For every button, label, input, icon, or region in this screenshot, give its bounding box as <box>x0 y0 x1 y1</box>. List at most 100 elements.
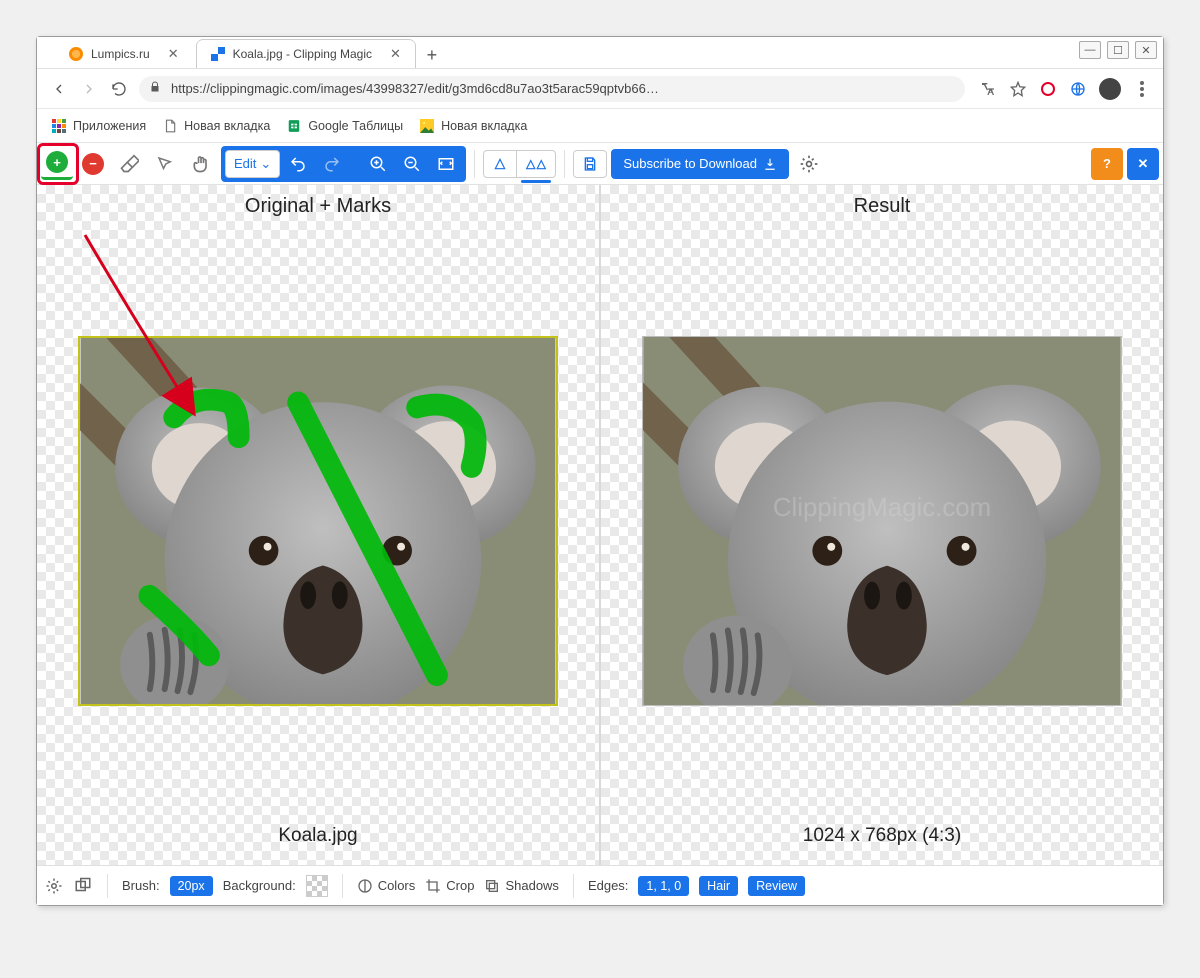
canvas-wrap-right: ClippingMagic.com <box>601 228 1163 813</box>
crop-button[interactable]: Crop <box>425 878 474 894</box>
zoom-out-button[interactable] <box>396 148 428 180</box>
page-icon <box>162 118 178 134</box>
translate-icon[interactable] <box>979 80 997 98</box>
brush-label: Brush: <box>122 878 160 893</box>
forward-button[interactable] <box>79 79 99 99</box>
profile-avatar[interactable] <box>1099 78 1121 100</box>
shadows-icon <box>484 878 500 894</box>
redo-button[interactable] <box>316 148 348 180</box>
download-icon <box>763 157 777 171</box>
address-bar: https://clippingmagic.com/images/4399832… <box>37 69 1163 109</box>
shadows-button[interactable]: Shadows <box>484 878 558 894</box>
background-label: Background: <box>223 878 296 893</box>
tab-title: Koala.jpg - Clipping Magic <box>233 47 372 61</box>
bookmark-new-tab-1[interactable]: Новая вкладка <box>162 118 270 134</box>
save-button[interactable] <box>573 150 607 178</box>
svg-text:ClippingMagic.com: ClippingMagic.com <box>773 494 991 522</box>
remove-brush-button[interactable]: − <box>77 148 109 180</box>
window-close[interactable]: ✕ <box>1135 41 1157 59</box>
separator <box>564 150 565 178</box>
sheets-icon <box>286 118 302 134</box>
tab-strip: Lumpics.ru ✕ Koala.jpg - Clipping Magic … <box>37 37 1163 69</box>
original-canvas[interactable] <box>78 336 558 706</box>
extension-opera-icon[interactable] <box>1039 80 1057 98</box>
pan-button[interactable] <box>185 148 217 180</box>
window-maximize[interactable]: ☐ <box>1107 41 1129 59</box>
close-label: ✕ <box>1138 156 1149 172</box>
separator <box>107 874 108 898</box>
browser-window: — ☐ ✕ Lumpics.ru ✕ Koala.jpg - Clipping … <box>36 36 1164 906</box>
edit-segment: Edit ⌄ <box>221 146 466 182</box>
tab-close-icon[interactable]: ✕ <box>390 46 401 62</box>
image-icon <box>419 118 435 134</box>
bookmark-new-tab-2[interactable]: Новая вкладка <box>419 118 527 134</box>
prefs-button[interactable] <box>45 877 63 895</box>
tab-close-icon[interactable]: ✕ <box>168 46 179 62</box>
separator <box>474 150 475 178</box>
shadows-label: Shadows <box>505 878 558 893</box>
panel-footer-right: 1024 x 768px (4:3) <box>601 813 1163 865</box>
bookmark-apps[interactable]: Приложения <box>51 118 146 134</box>
window-controls: — ☐ ✕ <box>1079 41 1157 59</box>
close-editor-button[interactable]: ✕ <box>1127 148 1159 180</box>
favicon-icon <box>211 47 225 61</box>
bottom-bar: Brush: 20px Background: Colors Crop Shad… <box>37 865 1163 905</box>
result-canvas[interactable]: ClippingMagic.com <box>642 336 1122 706</box>
review-button[interactable]: Review <box>748 876 805 896</box>
view-mode-group <box>483 150 556 178</box>
back-button[interactable] <box>49 79 69 99</box>
bookmark-sheets[interactable]: Google Таблицы <box>286 118 403 134</box>
edges-label: Edges: <box>588 878 628 893</box>
star-icon[interactable] <box>1009 80 1027 98</box>
subscribe-download-button[interactable]: Subscribe to Download <box>611 149 789 179</box>
url-text: https://clippingmagic.com/images/4399832… <box>171 81 659 96</box>
fit-screen-button[interactable] <box>430 148 462 180</box>
keep-brush-button[interactable]: + <box>41 148 73 180</box>
background-swatch[interactable] <box>306 875 328 897</box>
bulk-button[interactable] <box>73 877 93 895</box>
zoom-in-button[interactable] <box>362 148 394 180</box>
separator <box>573 874 574 898</box>
browser-tab-lumpics[interactable]: Lumpics.ru ✕ <box>55 40 193 68</box>
brush-size-button[interactable]: 20px <box>170 876 213 896</box>
edit-menu[interactable]: Edit ⌄ <box>225 150 280 178</box>
eraser-button[interactable] <box>113 148 145 180</box>
lock-icon <box>149 81 163 96</box>
scalpel-button[interactable] <box>149 148 181 180</box>
settings-button[interactable] <box>793 148 825 180</box>
bookmarks-bar: Приложения Новая вкладка Google Таблицы … <box>37 109 1163 143</box>
minus-icon: − <box>82 153 104 175</box>
extension-globe-icon[interactable] <box>1069 80 1087 98</box>
panel-title-left: Original + Marks <box>37 185 599 228</box>
edges-values-button[interactable]: 1, 1, 0 <box>638 876 689 896</box>
crop-label: Crop <box>446 878 474 893</box>
bookmark-label: Новая вкладка <box>441 119 527 133</box>
edit-menu-label: Edit <box>234 156 256 171</box>
subscribe-label: Subscribe to Download <box>623 156 757 171</box>
panel-title-right: Result <box>601 185 1163 228</box>
addressbar-actions <box>975 78 1151 100</box>
undo-button[interactable] <box>282 148 314 180</box>
app-toolbar: + − Edit ⌄ <box>37 143 1163 185</box>
hair-button[interactable]: Hair <box>699 876 738 896</box>
new-tab-button[interactable]: + <box>419 42 445 68</box>
window-minimize[interactable]: — <box>1079 41 1101 59</box>
colors-button[interactable]: Colors <box>357 878 416 894</box>
reload-button[interactable] <box>109 79 129 99</box>
help-label: ? <box>1103 156 1111 171</box>
bookmark-label: Google Таблицы <box>308 119 403 133</box>
url-input[interactable]: https://clippingmagic.com/images/4399832… <box>139 76 965 102</box>
app-region: + − Edit ⌄ <box>37 143 1163 905</box>
bookmark-label: Приложения <box>73 119 146 133</box>
kebab-menu-icon[interactable] <box>1133 80 1151 98</box>
apps-grid-icon <box>51 118 67 134</box>
panel-footer-left: Koala.jpg <box>37 813 599 865</box>
help-button[interactable]: ? <box>1091 148 1123 180</box>
plus-icon: + <box>46 151 68 173</box>
split-view-button[interactable] <box>517 150 556 178</box>
browser-tab-clippingmagic[interactable]: Koala.jpg - Clipping Magic ✕ <box>197 40 415 68</box>
panel-result: Result <box>601 185 1163 865</box>
panel-original: Original + Marks <box>37 185 599 865</box>
canvas-wrap-left <box>37 228 599 813</box>
single-view-button[interactable] <box>483 150 517 178</box>
